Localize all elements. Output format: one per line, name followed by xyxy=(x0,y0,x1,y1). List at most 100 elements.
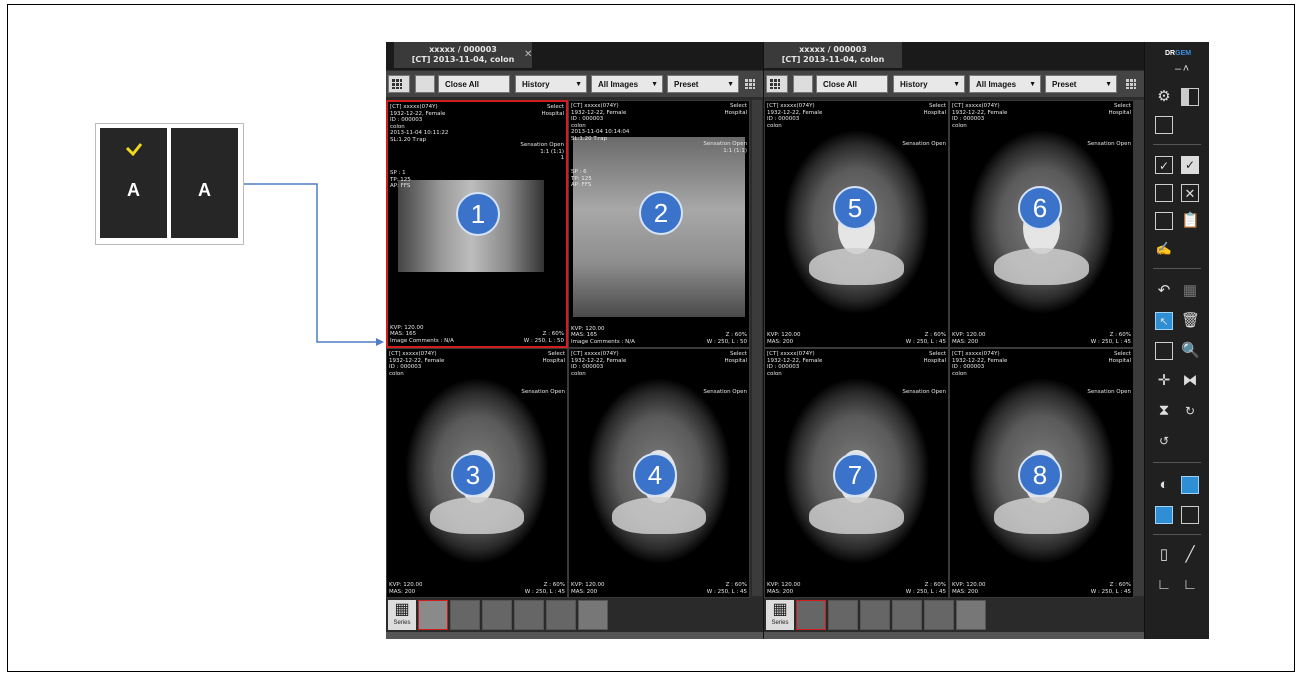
series-thumbnail[interactable] xyxy=(924,600,954,630)
viewport-info-top-right: Select Hospital xyxy=(541,104,564,117)
tool-separator xyxy=(1153,268,1201,269)
all-images-label: All Images xyxy=(976,80,1017,89)
annotation-toggle-off[interactable]: A xyxy=(171,128,238,238)
study-tab[interactable]: xxxxx / 000003 [CT] 2013-11-04, colon xyxy=(764,42,902,68)
check-all-icon[interactable]: ✓ xyxy=(1181,156,1199,174)
close-box-icon[interactable]: ✕ xyxy=(1181,184,1199,202)
layout-icon[interactable] xyxy=(1181,88,1199,106)
viewport-info-top-left: [CT] xxxxx(074Y) 1932-12-22, Female ID :… xyxy=(952,351,1008,377)
rotate-90-icon[interactable]: ↻ xyxy=(1181,402,1199,420)
annotation-toggle-on[interactable]: A xyxy=(100,128,167,238)
series-thumbnail[interactable] xyxy=(828,600,858,630)
viewport-info-top-right: Select Hospital xyxy=(1108,351,1131,364)
chevron-down-icon: ▼ xyxy=(1105,81,1112,88)
rotate-back-icon[interactable]: ↺ xyxy=(1155,432,1173,450)
viewport-info-bottom-left: KVP: 120.00 MAS: 200 xyxy=(571,582,605,595)
series-thumbnail[interactable] xyxy=(796,600,826,630)
toggle-button-callout: A A xyxy=(95,123,244,245)
viewport-info-bottom-left: KVP: 120.00 MAS: 165 Image Comments : N/… xyxy=(571,325,635,345)
zoom-box-icon[interactable] xyxy=(1155,342,1173,360)
settings-icon[interactable]: ⚙ xyxy=(1155,88,1173,106)
horizontal-scrollbar[interactable] xyxy=(386,632,763,639)
tool-separator xyxy=(1153,462,1201,463)
dots-grid-icon[interactable] xyxy=(1126,79,1136,89)
export-icon[interactable] xyxy=(1155,184,1173,202)
series-button[interactable]: ▦ Series xyxy=(766,600,794,630)
viewport-2[interactable]: [CT] xxxxx(074Y) 1932-12-22, Female ID :… xyxy=(568,100,750,348)
all-images-dropdown[interactable]: All Images ▼ xyxy=(591,75,663,93)
undo-icon[interactable]: ↶ xyxy=(1155,282,1173,300)
rotate-icon[interactable]: ⧗ xyxy=(1155,402,1173,420)
history-dropdown[interactable]: History ▼ xyxy=(515,75,587,93)
signature-icon[interactable]: ✍ xyxy=(1155,240,1173,258)
viewport-info-bottom-right: Z : 60% W : 250, L : 50 xyxy=(523,331,564,344)
history-dropdown[interactable]: History ▼ xyxy=(893,75,965,93)
close-all-icon-button[interactable] xyxy=(415,75,435,93)
select-cursor-icon[interactable]: ↖ xyxy=(1155,312,1173,330)
viewport-3[interactable]: [CT] xxxxx(074Y) 1932-12-22, Female ID :… xyxy=(386,348,568,598)
save-icon[interactable] xyxy=(1155,212,1173,230)
tab-close-icon[interactable]: ✕ xyxy=(524,50,532,60)
window-level-icon[interactable] xyxy=(1181,476,1199,494)
annotation-icon[interactable] xyxy=(1181,506,1199,524)
viewport-5[interactable]: [CT] xxxxx(074Y) 1932-12-22, Female ID :… xyxy=(764,100,949,348)
layout-grid-button[interactable] xyxy=(388,75,410,93)
series-thumbnail[interactable] xyxy=(956,600,986,630)
series-thumbnail[interactable] xyxy=(418,600,448,630)
grid-icon xyxy=(770,79,780,89)
series-button[interactable]: ▦ Series xyxy=(388,600,416,630)
viewport-info-bottom-left: KVP: 120.00 MAS: 200 xyxy=(767,582,801,595)
invert-icon[interactable]: ◐ xyxy=(1155,476,1173,494)
viewport-8[interactable]: [CT] xxxxx(074Y) 1932-12-22, Female ID :… xyxy=(949,348,1134,598)
preset-dropdown[interactable]: Preset ▼ xyxy=(667,75,739,93)
viewport-info-bottom-left: KVP: 120.00 MAS: 200 xyxy=(389,582,423,595)
viewport-1[interactable]: [CT] xxxxx(074Y) 1932-12-22, Female ID :… xyxy=(386,100,568,348)
delete-icon[interactable]: 🗑 xyxy=(1181,312,1200,330)
viewport-7[interactable]: [CT] xxxxx(074Y) 1932-12-22, Female ID :… xyxy=(764,348,949,598)
series-thumbnail[interactable] xyxy=(860,600,890,630)
line-icon[interactable]: ╱ xyxy=(1181,546,1199,564)
viewport-info-top-left: [CT] xxxxx(074Y) 1932-12-22, Female ID :… xyxy=(571,351,627,377)
dots-grid-icon[interactable] xyxy=(745,79,755,89)
angle-icon[interactable]: ∟ xyxy=(1155,576,1173,594)
viewport-6[interactable]: [CT] xxxxx(074Y) 1932-12-22, Female ID :… xyxy=(949,100,1134,348)
all-images-dropdown[interactable]: All Images ▼ xyxy=(969,75,1041,93)
series-thumbnail[interactable] xyxy=(892,600,922,630)
preset-dropdown[interactable]: Preset ▼ xyxy=(1045,75,1117,93)
series-thumbnail[interactable] xyxy=(514,600,544,630)
viewport-number-badge: 5 xyxy=(833,186,877,230)
viewport-info-bottom-right: Z : 60% W : 250, L : 50 xyxy=(706,332,747,345)
series-thumbnail[interactable] xyxy=(482,600,512,630)
flip-icon[interactable]: ⧓ xyxy=(1181,372,1199,390)
viewport-info-top-left: [CT] xxxxx(074Y) 1932-12-22, Female ID :… xyxy=(390,104,449,143)
series-thumbnail[interactable] xyxy=(546,600,576,630)
close-icon[interactable]: ˄ xyxy=(1177,60,1195,78)
viewport-info-mid-left: SP : 1 TP: 125 AP: FFS xyxy=(390,170,411,189)
split-layout-icon[interactable] xyxy=(1155,116,1173,134)
viewport-number-badge: 2 xyxy=(639,191,683,235)
cobb-angle-icon[interactable]: ∟ xyxy=(1181,576,1199,594)
study-tab[interactable]: xxxxx / 000003 [CT] 2013-11-04, colon ✕ xyxy=(394,42,532,68)
vertical-scrollbar[interactable] xyxy=(1134,100,1144,596)
check-icon[interactable]: ✓ xyxy=(1155,156,1173,174)
pan-icon[interactable]: ✛ xyxy=(1155,372,1173,390)
close-all-icon-button[interactable] xyxy=(793,75,813,93)
ruler-icon[interactable]: ▯ xyxy=(1155,546,1173,564)
series-grid-icon: ▦ xyxy=(772,601,788,618)
right-tool-panel: DRGEM ‒ ˄ ⚙ ✓ ✓ ✕ 📋 ✍ ↶ ▦ ↖ 🗑 🔍 ✛ ⧓ ⧗ ↻ … xyxy=(1145,42,1209,639)
viewport-info-mid-right: Sensation Open xyxy=(902,389,946,395)
layout-grid-button[interactable] xyxy=(766,75,788,93)
series-thumbnail[interactable] xyxy=(450,600,480,630)
close-all-button[interactable]: Close All xyxy=(438,75,510,93)
horizontal-scrollbar[interactable] xyxy=(764,632,1144,639)
series-thumbnail[interactable] xyxy=(578,600,608,630)
fit-icon[interactable] xyxy=(1155,506,1173,524)
study-tab-title: xxxxx / 000003 xyxy=(799,45,867,54)
magnifier-icon[interactable]: 🔍 xyxy=(1181,342,1200,360)
viewport-4[interactable]: [CT] xxxxx(074Y) 1932-12-22, Female ID :… xyxy=(568,348,750,598)
viewport-number-badge: 4 xyxy=(633,453,677,497)
grid-icon[interactable]: ▦ xyxy=(1181,282,1199,300)
clipboard-icon[interactable]: 📋 xyxy=(1181,212,1200,230)
close-all-button[interactable]: Close All xyxy=(816,75,888,93)
vertical-scrollbar[interactable] xyxy=(752,100,762,596)
